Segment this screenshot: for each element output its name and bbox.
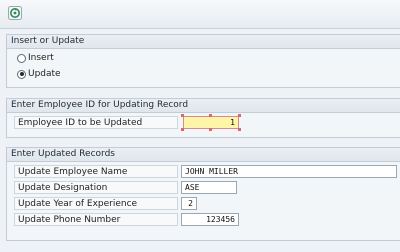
update-radio-label: Update	[28, 69, 61, 79]
insert-update-header: Insert or Update	[7, 35, 400, 49]
application-toolbar	[0, 0, 400, 29]
selection-handle	[209, 114, 212, 117]
update-radio-option[interactable]: Update	[17, 69, 61, 79]
execute-icon[interactable]	[8, 6, 22, 20]
employee-id-group: Enter Employee ID for Updating Record Em…	[6, 98, 400, 138]
selection-handle	[238, 128, 241, 131]
insert-radio-label: Insert	[28, 53, 54, 63]
selection-handle	[209, 128, 212, 131]
employee-name-input[interactable]: JOHN MILLER	[181, 165, 397, 178]
employee-id-label: Employee ID to be Updated	[14, 116, 178, 129]
selection-handle	[181, 128, 184, 131]
updated-records-group: Enter Updated Records Update Employee Na…	[6, 147, 400, 241]
insert-radio-option[interactable]: Insert	[17, 53, 54, 63]
selection-handle	[181, 114, 184, 117]
experience-label: Update Year of Experience	[14, 197, 178, 210]
phone-number-input[interactable]: 123456	[181, 213, 239, 226]
phone-number-label: Update Phone Number	[14, 213, 178, 226]
insert-radio[interactable]	[17, 53, 26, 63]
experience-input[interactable]: 2	[181, 197, 197, 210]
employee-name-label: Update Employee Name	[14, 165, 178, 178]
designation-label: Update Designation	[14, 181, 178, 194]
employee-id-header: Enter Employee ID for Updating Record	[7, 99, 400, 113]
insert-update-group: Insert or Update Insert Update	[6, 34, 400, 88]
update-radio[interactable]	[17, 69, 26, 79]
updated-records-header: Enter Updated Records	[7, 148, 400, 162]
designation-input[interactable]: ASE	[181, 181, 237, 194]
selection-handle	[238, 114, 241, 117]
